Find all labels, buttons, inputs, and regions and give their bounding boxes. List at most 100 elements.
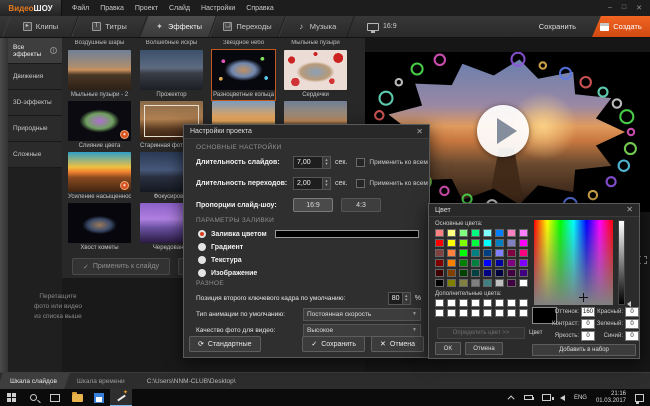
videoshow-app-button[interactable]	[110, 389, 132, 406]
color-swatch[interactable]	[483, 249, 492, 257]
ok-button[interactable]: OK	[435, 342, 461, 355]
color-swatch[interactable]	[519, 259, 528, 267]
color-swatch[interactable]	[483, 229, 492, 237]
radio-button[interactable]	[198, 256, 206, 264]
settings-cancel-button[interactable]: ✕ Отмена	[371, 336, 424, 352]
color-swatch[interactable]	[447, 249, 456, 257]
add-to-set-button[interactable]: Добавить в набор	[532, 344, 636, 356]
apply-all-checkbox[interactable]	[356, 158, 365, 167]
aspect-169-button[interactable]: 16:9	[293, 198, 333, 212]
fill-color-swatch[interactable]	[275, 230, 419, 238]
color-field-input[interactable]: 0	[625, 307, 639, 317]
color-cancel-button[interactable]: Отмена	[465, 342, 503, 355]
custom-color-swatch[interactable]	[495, 299, 504, 307]
action-center-icon[interactable]	[635, 394, 644, 402]
color-swatch[interactable]	[507, 279, 516, 287]
sidebar-item-1[interactable]: Все эффектыi	[8, 38, 62, 64]
tab-time-scale[interactable]: Шкала времени	[67, 373, 135, 389]
aspect-43-button[interactable]: 4:3	[341, 198, 381, 212]
aspect-indicator[interactable]: 16:9	[367, 23, 397, 31]
color-swatch[interactable]	[483, 259, 492, 267]
color-swatch[interactable]	[495, 249, 504, 257]
spinner-arrows[interactable]: ▲▼	[322, 157, 330, 168]
color-swatch[interactable]	[471, 279, 480, 287]
color-crosshair[interactable]	[579, 293, 588, 302]
animation-type-dropdown[interactable]: Постоянная скорость ▼	[303, 308, 421, 321]
effect-thumbnail-1-4[interactable]: Сердечки	[284, 50, 347, 100]
custom-color-swatch[interactable]	[507, 309, 516, 317]
color-swatch[interactable]	[459, 279, 468, 287]
menu-item-3[interactable]: Проект	[135, 5, 158, 12]
color-swatch[interactable]	[459, 269, 468, 277]
custom-color-swatch[interactable]	[483, 309, 492, 317]
custom-color-swatch[interactable]	[447, 299, 456, 307]
radio-button[interactable]	[198, 230, 206, 238]
custom-color-swatch[interactable]	[435, 299, 444, 307]
apply-all-checkbox[interactable]	[356, 179, 365, 188]
minimize-button[interactable]: –	[608, 4, 612, 12]
color-swatch[interactable]	[483, 239, 492, 247]
color-swatch[interactable]	[435, 269, 444, 277]
effect-thumbnail-1-2[interactable]: Прожектор	[140, 50, 203, 100]
color-swatch[interactable]	[459, 249, 468, 257]
keyframe-input[interactable]: 80 ▲▼	[388, 292, 411, 305]
close-button[interactable]: ✕	[636, 4, 642, 12]
color-swatch[interactable]	[507, 259, 516, 267]
sidebar-item-5[interactable]: Сложные	[8, 142, 62, 168]
color-swatch[interactable]	[471, 269, 480, 277]
menu-item-4[interactable]: Слайд	[169, 5, 190, 12]
task-view-button[interactable]	[44, 389, 66, 406]
tab-эффекты[interactable]: ✦Эффекты	[144, 16, 213, 37]
custom-color-swatch[interactable]	[471, 309, 480, 317]
sidebar-item-2[interactable]: Движения	[8, 64, 62, 90]
close-icon[interactable]: ✕	[416, 128, 423, 136]
collapsed-panel-strip[interactable]	[0, 38, 8, 372]
tab-slide-scale[interactable]: Шкала слайдов	[0, 373, 67, 389]
color-swatch[interactable]	[459, 259, 468, 267]
custom-color-swatch[interactable]	[459, 299, 468, 307]
color-swatch[interactable]	[519, 249, 528, 257]
network-icon[interactable]	[542, 394, 551, 401]
color-swatch[interactable]	[459, 239, 468, 247]
menu-item-6[interactable]: Справка	[246, 5, 273, 12]
hue-saturation-field[interactable]	[534, 220, 613, 305]
tab-титры[interactable]: TТитры	[75, 16, 144, 37]
color-swatch[interactable]	[435, 259, 444, 267]
menu-item-5[interactable]: Настройки	[201, 5, 235, 12]
defaults-button[interactable]: ⟳ Стандартные	[189, 336, 261, 352]
color-swatch[interactable]	[495, 269, 504, 277]
effect-thumbnail-4-1[interactable]: Хвост кометы	[68, 203, 131, 253]
radio-button[interactable]	[198, 269, 206, 277]
tab-переходы[interactable]: ❏Переходы	[213, 16, 282, 37]
start-button[interactable]	[0, 389, 22, 406]
taskbar-search-button[interactable]	[22, 389, 44, 406]
info-icon[interactable]: i	[50, 47, 57, 54]
color-swatch[interactable]	[507, 249, 516, 257]
language-indicator[interactable]: ENG	[574, 395, 587, 401]
create-button[interactable]: Создать	[592, 16, 650, 37]
apply-to-slide-button[interactable]: ✓ Применить к слайду	[72, 258, 170, 275]
menu-item-1[interactable]: Файл	[72, 5, 89, 12]
custom-color-swatch[interactable]	[471, 299, 480, 307]
color-swatch[interactable]	[519, 269, 528, 277]
volume-icon[interactable]	[560, 395, 565, 401]
transition-duration-input[interactable]: 2,00 ▲▼	[293, 177, 331, 190]
battery-icon[interactable]	[524, 395, 533, 400]
custom-color-swatch[interactable]	[435, 309, 444, 317]
photo-quality-dropdown[interactable]: Высокое ▼	[303, 324, 421, 337]
radio-button[interactable]	[198, 243, 206, 251]
custom-color-swatch[interactable]	[459, 309, 468, 317]
color-field-input[interactable]: 0	[625, 319, 639, 329]
slide-duration-input[interactable]: 7,00 ▲▼	[293, 156, 331, 169]
color-swatch[interactable]	[459, 229, 468, 237]
effect-thumbnail-2-1[interactable]: ✶Слияние цвета	[68, 101, 131, 151]
color-swatch[interactable]	[519, 229, 528, 237]
taskbar-clock[interactable]: 21:16 01.03.2017	[596, 391, 626, 405]
effect-thumbnail-3-1[interactable]: ✶Усиление насыщенности	[68, 152, 131, 202]
color-swatch[interactable]	[507, 269, 516, 277]
color-field-input[interactable]: 0	[625, 331, 639, 341]
custom-color-swatch[interactable]	[447, 309, 456, 317]
color-swatch[interactable]	[495, 239, 504, 247]
color-swatch[interactable]	[435, 229, 444, 237]
define-color-button[interactable]: Определить цвет >>	[437, 327, 525, 339]
